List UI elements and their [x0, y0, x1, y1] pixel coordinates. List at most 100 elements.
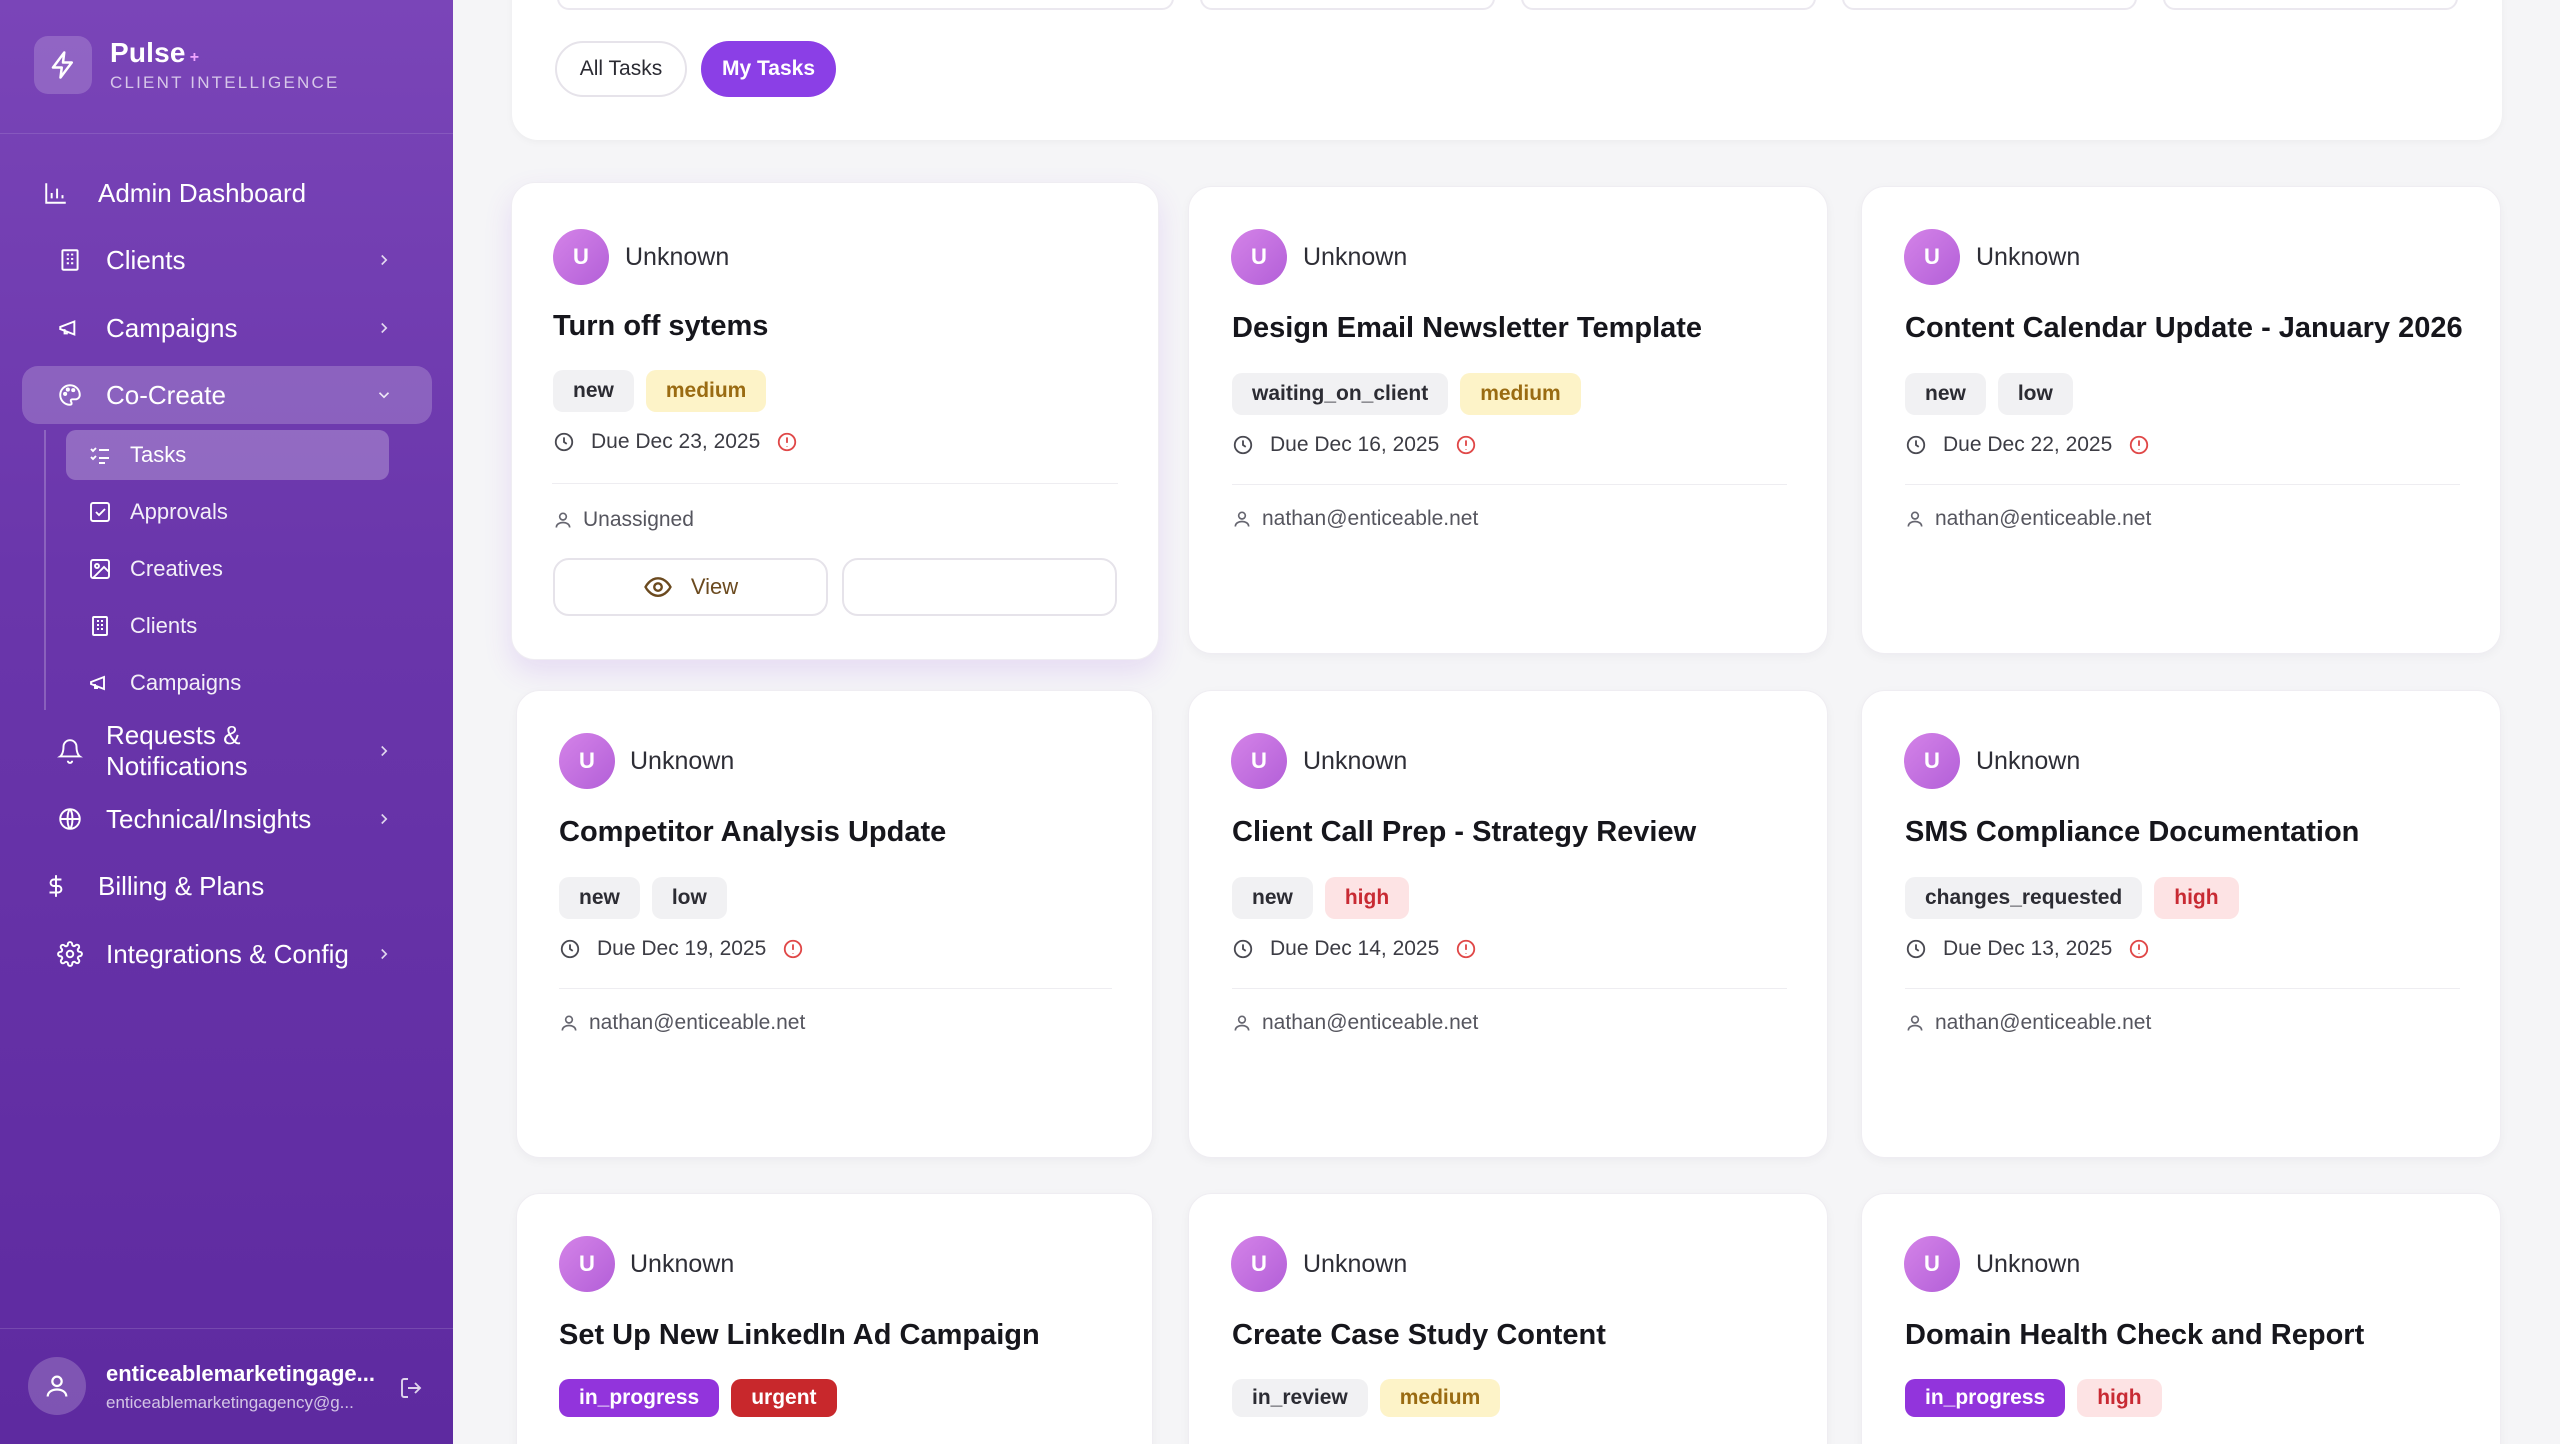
alert-circle-icon: [1455, 434, 1477, 456]
due-date: Due Dec 16, 2025: [1270, 433, 1440, 456]
divider: [1905, 484, 2460, 485]
status-badge: in_progress: [559, 1379, 720, 1417]
nav-technical-insights[interactable]: Technical/Insights: [22, 790, 432, 848]
secondary-action-button[interactable]: [842, 558, 1117, 616]
subnav-campaigns[interactable]: Campaigns: [66, 658, 389, 708]
divider: [1232, 484, 1787, 485]
priority-badge: low: [1997, 373, 2073, 415]
clock-icon: [1905, 434, 1927, 456]
brand[interactable]: Pulse + CLIENT INTELLIGENCE: [34, 34, 339, 96]
task-card[interactable]: U Unknown Create Case Study Content in_r…: [1188, 1193, 1828, 1444]
clock-icon: [1905, 938, 1927, 960]
submenu-line: [44, 430, 46, 710]
nav-integrations-config[interactable]: Integrations & Config: [22, 925, 432, 983]
subnav-clients[interactable]: Clients: [66, 601, 389, 651]
avatar: U: [1904, 733, 1960, 789]
task-card[interactable]: U Unknown Design Email Newsletter Templa…: [1188, 186, 1828, 654]
task-card[interactable]: U Unknown Turn off sytems new medium Due…: [511, 182, 1159, 660]
dollar-icon: [40, 870, 72, 902]
priority-badge: medium: [1379, 1379, 1501, 1417]
assignee: nathan@enticeable.net: [1935, 1011, 2152, 1034]
task-card[interactable]: U Unknown Set Up New LinkedIn Ad Campaig…: [516, 1193, 1153, 1444]
bar-chart-icon: [40, 177, 72, 209]
clock-icon: [553, 431, 575, 453]
subnav-approvals[interactable]: Approvals: [66, 487, 389, 537]
gear-icon: [54, 938, 86, 970]
chevron-right-icon: [370, 940, 398, 968]
subnav-label: Clients: [130, 613, 198, 638]
globe-icon: [54, 803, 86, 835]
divider: [552, 483, 1118, 484]
user-icon: [1232, 1013, 1252, 1033]
task-card[interactable]: U Unknown SMS Compliance Documentation c…: [1861, 690, 2501, 1158]
nav-requests-notifications[interactable]: Requests & Notifications: [22, 720, 432, 782]
user-profile: enticeablemarketingage... enticeablemark…: [0, 1328, 453, 1444]
divider: [1232, 988, 1787, 989]
priority-badge: medium: [1460, 373, 1581, 415]
nav-label: Technical/Insights: [106, 803, 312, 834]
task-owner: Unknown: [630, 1250, 735, 1278]
priority-badge: high: [1324, 877, 1410, 919]
filter-select[interactable]: [2163, 0, 2458, 10]
filter-select[interactable]: [1842, 0, 2137, 10]
priority-badge: medium: [645, 370, 767, 412]
avatar: U: [559, 733, 615, 789]
nav-admin-dashboard[interactable]: Admin Dashboard: [22, 164, 432, 222]
megaphone-icon: [86, 669, 114, 697]
palette-icon: [54, 379, 86, 411]
alert-circle-icon: [782, 938, 804, 960]
status-badge: waiting_on_client: [1232, 373, 1449, 415]
status-badge: new: [1232, 877, 1313, 919]
brand-name: Pulse: [110, 37, 186, 68]
task-owner: Unknown: [630, 747, 735, 775]
task-owner: Unknown: [1976, 747, 2081, 775]
nav-clients[interactable]: Clients: [22, 231, 432, 289]
user-icon: [1905, 509, 1925, 529]
task-card[interactable]: U Unknown Domain Health Check and Report…: [1861, 1193, 2501, 1444]
divider: [559, 988, 1112, 989]
view-button[interactable]: View: [553, 558, 828, 616]
status-badge: new: [559, 877, 640, 919]
subnav-creatives[interactable]: Creatives: [66, 544, 389, 594]
logout-icon[interactable]: [396, 1373, 426, 1403]
check-square-icon: [86, 498, 114, 526]
eye-icon: [643, 572, 673, 602]
megaphone-icon: [54, 312, 86, 344]
task-title: SMS Compliance Documentation: [1905, 816, 2360, 848]
nav-label: Campaigns: [106, 312, 238, 343]
task-title: Content Calendar Update - January 2026: [1905, 312, 2463, 344]
task-card[interactable]: U Unknown Competitor Analysis Update new…: [516, 690, 1153, 1158]
filter-select[interactable]: [1521, 0, 1816, 10]
avatar: U: [1231, 229, 1287, 285]
task-title: Design Email Newsletter Template: [1232, 312, 1703, 344]
task-owner: Unknown: [1976, 1250, 2081, 1278]
user-name: enticeablemarketingage...: [106, 1361, 375, 1386]
nav-label: Admin Dashboard: [98, 177, 307, 208]
alert-circle-icon: [1455, 938, 1477, 960]
filter-select[interactable]: [1200, 0, 1495, 10]
nav-cocreate[interactable]: Co-Create: [22, 366, 432, 424]
subnav-label: Approvals: [130, 499, 228, 524]
task-owner: Unknown: [1303, 1250, 1408, 1278]
nav-label: Integrations & Config: [106, 938, 349, 969]
clock-icon: [559, 938, 581, 960]
nav-billing-plans[interactable]: Billing & Plans: [22, 857, 432, 915]
nav-campaigns[interactable]: Campaigns: [22, 299, 432, 357]
priority-badge: high: [2154, 877, 2239, 919]
task-title: Domain Health Check and Report: [1905, 1319, 2365, 1351]
task-card[interactable]: U Unknown Client Call Prep - Strategy Re…: [1188, 690, 1828, 1158]
subnav-tasks[interactable]: Tasks: [66, 430, 389, 480]
nav-label: Co-Create: [106, 379, 226, 410]
alert-circle-icon: [2128, 938, 2150, 960]
all-tasks-button[interactable]: All Tasks: [555, 41, 687, 97]
nav-label: Billing & Plans: [98, 870, 265, 901]
task-card[interactable]: U Unknown Content Calendar Update - Janu…: [1861, 186, 2501, 654]
building-icon: [54, 244, 86, 276]
due-date: Due Dec 23, 2025: [591, 430, 761, 453]
task-owner: Unknown: [625, 243, 730, 271]
subnav-label: Tasks: [130, 442, 187, 467]
user-avatar[interactable]: [28, 1357, 86, 1415]
my-tasks-button[interactable]: My Tasks: [701, 41, 836, 97]
avatar: U: [1231, 733, 1287, 789]
filter-select[interactable]: [557, 0, 1174, 10]
